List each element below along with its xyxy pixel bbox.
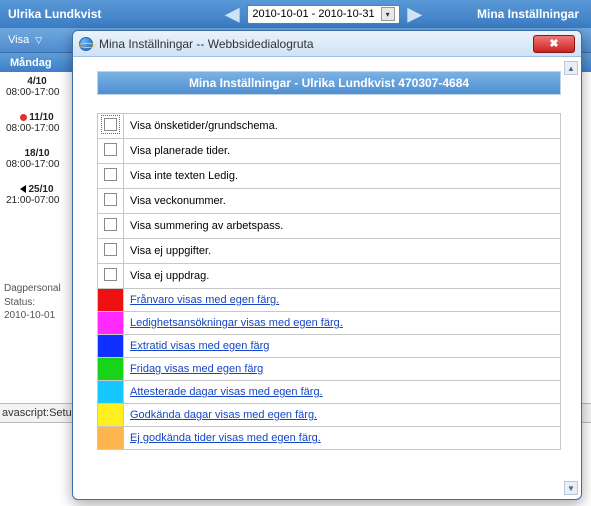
color-swatch-cell[interactable]: [98, 358, 124, 381]
date-nav: ◀ 2010-10-01 - 2010-10-31 ▾ ▶: [170, 4, 477, 25]
color-row: Extratid visas med egen färg: [98, 335, 561, 358]
checkbox-icon[interactable]: [104, 193, 117, 206]
day-date: 18/10: [6, 148, 68, 159]
dialog-title-bar[interactable]: Mina Inställningar -- Webbsidedialogruta…: [73, 31, 581, 57]
settings-row: Visa önsketider/grundschema.: [98, 114, 561, 139]
color-label[interactable]: Godkända dagar visas med egen färg.: [124, 404, 561, 427]
day-date: 4/10: [6, 76, 68, 87]
user-name: Ulrika Lundkvist: [0, 7, 170, 21]
footer-line: 2010-10-01: [4, 309, 61, 323]
settings-row: Visa ej uppdrag.: [98, 264, 561, 289]
checkbox-icon[interactable]: [104, 243, 117, 256]
footer-line: Dagpersonal: [4, 282, 61, 296]
color-label[interactable]: Frånvaro visas med egen färg.: [124, 289, 561, 312]
color-label[interactable]: Extratid visas med egen färg: [124, 335, 561, 358]
settings-table: Visa önsketider/grundschema.Visa planera…: [97, 113, 561, 450]
day-date: 11/10: [6, 112, 68, 123]
checkbox-icon[interactable]: [104, 143, 117, 156]
top-bar: Ulrika Lundkvist ◀ 2010-10-01 - 2010-10-…: [0, 0, 591, 28]
close-button[interactable]: ✖: [533, 35, 575, 53]
color-label[interactable]: Ej godkända tider visas med egen färg.: [124, 427, 561, 450]
checkbox-cell[interactable]: [98, 164, 124, 189]
checkbox-cell[interactable]: [98, 214, 124, 239]
color-swatch-cell[interactable]: [98, 335, 124, 358]
checkbox-cell[interactable]: [98, 239, 124, 264]
settings-dialog: Mina Inställningar -- Webbsidedialogruta…: [72, 30, 582, 500]
settings-label: Visa planerade tider.: [124, 139, 561, 164]
settings-label: Visa inte texten Ledig.: [124, 164, 561, 189]
settings-row: Visa inte texten Ledig.: [98, 164, 561, 189]
color-swatch-cell[interactable]: [98, 312, 124, 335]
close-icon: ✖: [549, 37, 558, 50]
checkbox-cell[interactable]: [98, 264, 124, 289]
checkbox-cell[interactable]: [98, 114, 124, 139]
color-swatch[interactable]: [98, 312, 123, 334]
checkbox-cell[interactable]: [98, 139, 124, 164]
color-label[interactable]: Fridag visas med egen färg: [124, 358, 561, 381]
color-swatch[interactable]: [98, 358, 123, 380]
checkbox-icon[interactable]: [104, 268, 117, 281]
settings-label: Visa ej uppgifter.: [124, 239, 561, 264]
weekday-label: Måndag: [10, 57, 52, 69]
color-swatch-cell[interactable]: [98, 289, 124, 312]
date-range-text: 2010-10-01 - 2010-10-31: [252, 8, 374, 20]
chevron-down-icon[interactable]: ▾: [381, 7, 395, 21]
checkbox-icon[interactable]: [104, 218, 117, 231]
overnight-arrow-icon: [20, 185, 26, 193]
settings-label: Visa veckonummer.: [124, 189, 561, 214]
color-row: Fridag visas med egen färg: [98, 358, 561, 381]
settings-row: Visa veckonummer.: [98, 189, 561, 214]
color-row: Ej godkända tider visas med egen färg.: [98, 427, 561, 450]
checkbox-cell[interactable]: [98, 189, 124, 214]
chevron-down-icon: ▽: [35, 35, 42, 46]
color-swatch[interactable]: [98, 335, 123, 357]
color-label[interactable]: Ledighetsansökningar visas med egen färg…: [124, 312, 561, 335]
color-row: Frånvaro visas med egen färg.: [98, 289, 561, 312]
color-swatch[interactable]: [98, 289, 123, 311]
color-swatch[interactable]: [98, 381, 123, 403]
visa-label: Visa: [8, 34, 29, 46]
red-dot-icon: [20, 114, 27, 121]
next-arrow-icon[interactable]: ▶: [408, 4, 422, 25]
settings-row: Visa ej uppgifter.: [98, 239, 561, 264]
dialog-body: Mina Inställningar - Ulrika Lundkvist 47…: [73, 57, 581, 499]
footer-line: Status:: [4, 296, 61, 310]
color-swatch[interactable]: [98, 427, 123, 449]
color-row: Godkända dagar visas med egen färg.: [98, 404, 561, 427]
status-bar-text: avascript:Setup: [2, 407, 78, 419]
prev-arrow-icon[interactable]: ◀: [225, 4, 239, 25]
settings-label: Visa önsketider/grundschema.: [124, 114, 561, 139]
ie-icon: [79, 37, 93, 51]
color-swatch-cell[interactable]: [98, 404, 124, 427]
settings-label: Visa summering av arbetspass.: [124, 214, 561, 239]
day-date: 25/10: [6, 184, 68, 195]
dialog-window-title: Mina Inställningar -- Webbsidedialogruta: [99, 37, 314, 51]
footer-info: Dagpersonal Status: 2010-10-01: [0, 278, 65, 327]
settings-label: Visa ej uppdrag.: [124, 264, 561, 289]
scroll-down-button[interactable]: ▼: [564, 481, 578, 495]
color-swatch-cell[interactable]: [98, 427, 124, 450]
settings-link[interactable]: Mina Inställningar: [477, 7, 591, 21]
settings-row: Visa planerade tider.: [98, 139, 561, 164]
color-label[interactable]: Attesterade dagar visas med egen färg.: [124, 381, 561, 404]
color-row: Attesterade dagar visas med egen färg.: [98, 381, 561, 404]
checkbox-icon[interactable]: [104, 118, 117, 131]
date-range-dropdown[interactable]: 2010-10-01 - 2010-10-31 ▾: [247, 5, 399, 24]
panel-title: Mina Inställningar - Ulrika Lundkvist 47…: [97, 71, 561, 95]
color-swatch-cell[interactable]: [98, 381, 124, 404]
checkbox-icon[interactable]: [104, 168, 117, 181]
visa-dropdown[interactable]: Visa ▽: [8, 34, 42, 46]
color-row: Ledighetsansökningar visas med egen färg…: [98, 312, 561, 335]
color-swatch[interactable]: [98, 404, 123, 426]
settings-row: Visa summering av arbetspass.: [98, 214, 561, 239]
